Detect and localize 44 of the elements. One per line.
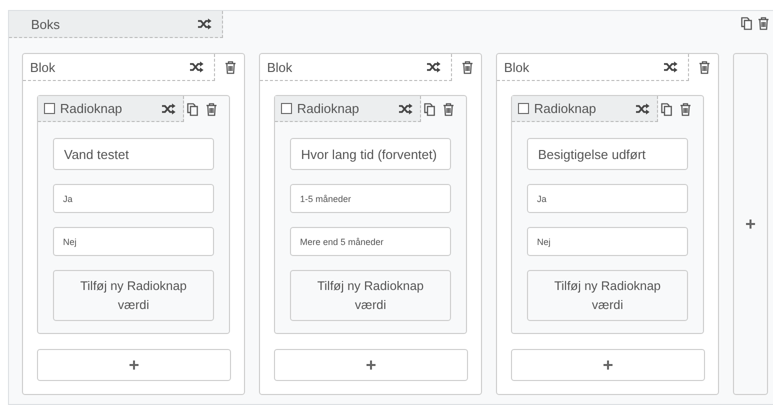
add-value-button[interactable]: Tilføj ny Radioknap værdi xyxy=(290,270,451,321)
add-button[interactable]: + xyxy=(511,349,705,381)
shuffle-icon[interactable] xyxy=(636,102,650,114)
box-title: Boks xyxy=(31,16,60,32)
copy-icon[interactable] xyxy=(741,17,752,30)
add-value-button[interactable]: Tilføj ny Radioknap værdi xyxy=(527,270,688,321)
shuffle-icon[interactable] xyxy=(198,18,212,30)
trash-icon[interactable] xyxy=(758,17,769,30)
checkbox[interactable] xyxy=(44,103,55,114)
copy-icon[interactable] xyxy=(187,102,198,116)
option-field[interactable]: Mere end 5 måneder xyxy=(290,227,451,256)
copy-icon[interactable] xyxy=(424,102,435,116)
trash-icon[interactable] xyxy=(462,61,473,74)
question-field[interactable]: Besigtigelse udført xyxy=(527,138,688,170)
trash-icon[interactable] xyxy=(443,102,454,116)
option-field[interactable]: Nej xyxy=(527,227,688,256)
add-value-button[interactable]: Tilføj ny Radioknap værdi xyxy=(53,270,214,321)
option-field[interactable]: Ja xyxy=(53,184,214,213)
block-title: Blok xyxy=(504,60,530,74)
radio-title: Radioknap xyxy=(534,101,598,116)
radio-title: Radioknap xyxy=(297,101,360,116)
add-button[interactable]: + xyxy=(274,349,468,381)
question-field[interactable]: Vand testet xyxy=(53,138,214,170)
trash-icon[interactable] xyxy=(206,102,217,116)
add-block-button[interactable]: + xyxy=(733,53,768,395)
question-field[interactable]: Hvor lang tid (forventet) xyxy=(290,138,451,170)
checkbox[interactable] xyxy=(281,103,292,114)
block-title: Blok xyxy=(267,60,292,74)
shuffle-icon[interactable] xyxy=(664,61,678,73)
option-field[interactable]: 1-5 måneder xyxy=(290,184,451,213)
option-field[interactable]: Ja xyxy=(527,184,688,213)
shuffle-icon[interactable] xyxy=(162,102,176,114)
copy-icon[interactable] xyxy=(661,102,672,116)
trash-icon[interactable] xyxy=(225,61,236,74)
trash-icon[interactable] xyxy=(699,61,710,74)
option-field[interactable]: Nej xyxy=(53,227,214,256)
block-title: Blok xyxy=(30,60,56,74)
shuffle-icon[interactable] xyxy=(190,61,204,73)
shuffle-icon[interactable] xyxy=(399,102,413,114)
add-button[interactable]: + xyxy=(37,349,231,381)
radio-title: Radioknap xyxy=(60,101,124,116)
checkbox[interactable] xyxy=(518,103,529,114)
shuffle-icon[interactable] xyxy=(427,61,441,73)
trash-icon[interactable] xyxy=(680,102,691,116)
